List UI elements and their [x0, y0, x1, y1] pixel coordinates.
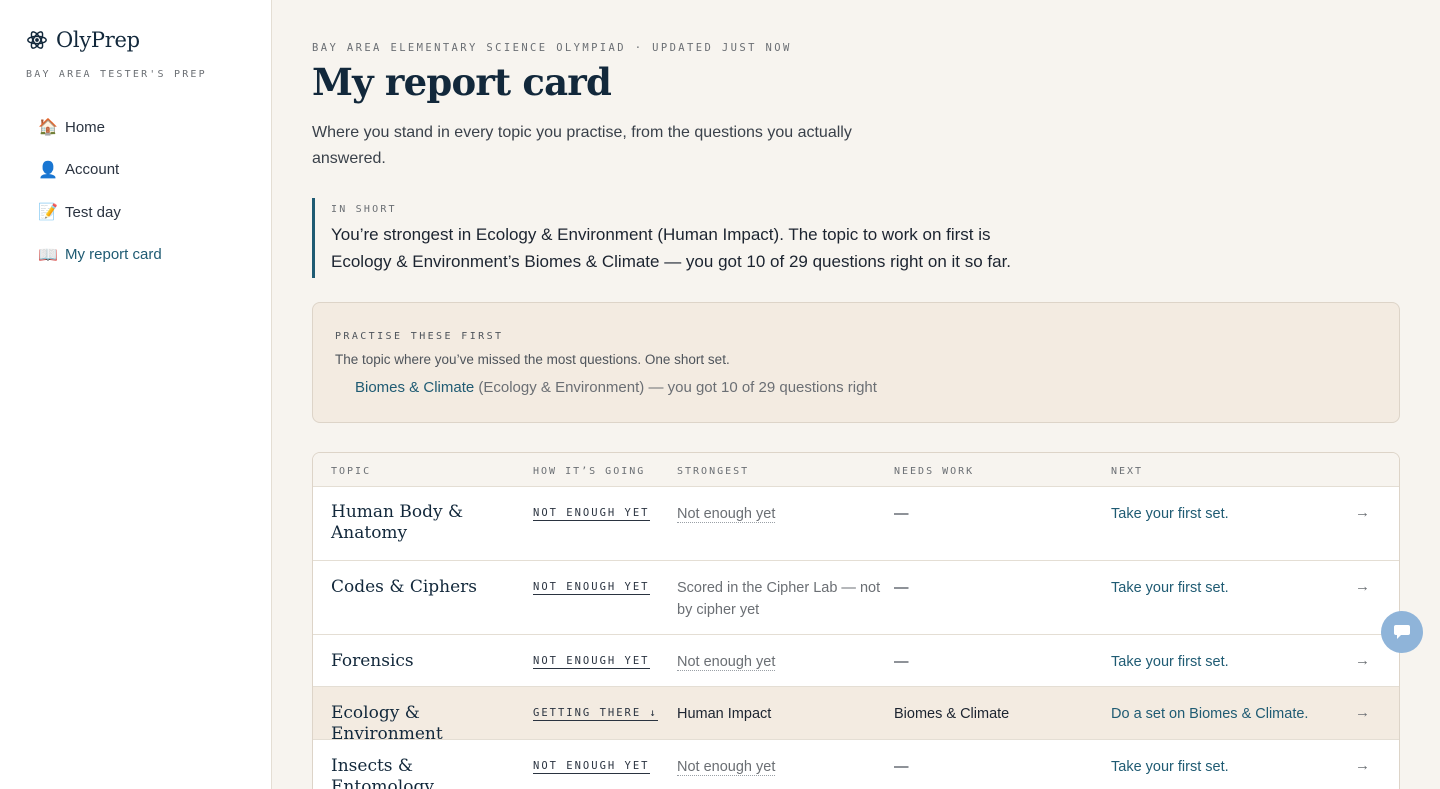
summary-label: IN SHORT — [331, 204, 397, 215]
row-next-link[interactable]: Take your first set. — [1111, 577, 1229, 599]
summary-text: You’re strongest in Ecology & Environmen… — [331, 225, 1012, 271]
row-strongest: Scored in the Cipher Lab — not by cipher… — [677, 580, 881, 618]
sidebar-item-label: My report card — [65, 246, 162, 264]
topics-table: TOPIC HOW IT’S GOING STRONGEST NEEDS WOR… — [312, 452, 1400, 789]
sidebar-item-home[interactable]: 🏠 Home — [26, 106, 256, 149]
row-next-link[interactable]: Take your first set. — [1111, 503, 1229, 525]
row-status: NOT ENOUGH YET — [533, 507, 650, 521]
user-icon: 👤 — [38, 161, 58, 179]
row-next-link[interactable]: Take your first set. — [1111, 756, 1229, 778]
practise-first-subtitle: The topic where you’ve missed the most q… — [335, 352, 730, 367]
row-strongest: Not enough yet — [677, 756, 883, 778]
sidebar-item-account[interactable]: 👤 Account — [26, 149, 256, 192]
summary-callout: IN SHORT You’re strongest in Ecology & E… — [312, 198, 1012, 278]
row-arrow-icon[interactable]: → — [1355, 578, 1370, 595]
row-topic: Human Body & Anatomy — [331, 502, 464, 543]
row-topic: Forensics — [331, 651, 414, 671]
chat-button[interactable] — [1381, 611, 1423, 653]
row-topic: Insects & Entomology — [331, 756, 434, 789]
row-arrow-icon[interactable]: → — [1355, 652, 1370, 669]
table-row[interactable]: Insects & Entomology NOT ENOUGH YET Not … — [313, 740, 1399, 789]
row-next-link[interactable]: Do a set on Biomes & Climate. — [1111, 703, 1308, 725]
page-intro: Where you stand in every topic you pract… — [312, 124, 852, 167]
column-header-strongest: STRONGEST — [677, 466, 750, 477]
row-strongest-text: Not enough yet — [677, 654, 776, 671]
row-topic: Ecology & Environment — [331, 703, 443, 744]
row-needs-work: — — [894, 759, 909, 775]
brand-subtitle: BAY AREA TESTER'S PREP — [26, 69, 207, 80]
row-status: NOT ENOUGH YET — [533, 581, 650, 595]
practise-first-label: PRACTISE THESE FIRST — [335, 331, 504, 342]
row-needs-work: Biomes & Climate — [894, 706, 1010, 722]
brand-name: OlyPrep — [56, 28, 140, 52]
row-status: NOT ENOUGH YET — [533, 655, 650, 669]
row-needs-work: — — [894, 506, 909, 522]
row-strongest-text: Not enough yet — [677, 759, 776, 776]
row-next-link[interactable]: Take your first set. — [1111, 651, 1229, 673]
practise-first-panel: PRACTISE THESE FIRST The topic where you… — [312, 302, 1400, 423]
row-arrow-icon[interactable]: → — [1355, 757, 1370, 774]
atom-icon — [27, 31, 47, 49]
row-needs-work: — — [894, 580, 909, 596]
table-header: TOPIC HOW IT’S GOING STRONGEST NEEDS WOR… — [313, 453, 1399, 487]
practise-first-item: Biomes & Climate (Ecology & Environment)… — [355, 379, 877, 396]
page-title: My report card — [312, 60, 612, 104]
home-icon: 🏠 — [38, 119, 58, 137]
row-arrow-icon[interactable]: → — [1355, 504, 1370, 521]
row-arrow-icon[interactable]: → — [1355, 704, 1370, 721]
column-header-topic: TOPIC — [331, 466, 372, 477]
memo-icon: 📝 — [38, 204, 58, 222]
chat-bubble-icon — [1394, 625, 1410, 639]
brand[interactable]: OlyPrep — [26, 28, 140, 52]
practise-first-link[interactable]: Biomes & Climate — [355, 379, 474, 396]
row-needs-work: — — [894, 654, 909, 670]
sidebar-item-test-day[interactable]: 📝 Test day — [26, 191, 256, 234]
sidebar-item-report-card[interactable]: 📖 My report card — [26, 234, 256, 277]
column-header-needs-work: NEEDS WORK — [894, 466, 975, 477]
sidebar-item-label: Account — [65, 161, 120, 179]
column-header-status: HOW IT’S GOING — [533, 466, 646, 477]
row-topic: Codes & Ciphers — [331, 577, 478, 597]
page-eyebrow: BAY AREA ELEMENTARY SCIENCE OLYMPIAD · U… — [312, 42, 792, 54]
row-strongest-text: Not enough yet — [677, 506, 776, 523]
table-row[interactable]: Codes & Ciphers NOT ENOUGH YET Scored in… — [313, 561, 1399, 635]
row-status: GETTING THERE ↓ — [533, 707, 658, 721]
row-status: NOT ENOUGH YET — [533, 760, 650, 774]
table-row-focus[interactable]: Ecology & Environment GETTING THERE ↓ Hu… — [313, 687, 1399, 744]
sidebar-item-label: Home — [65, 118, 106, 136]
table-row[interactable]: Forensics NOT ENOUGH YET Not enough yet … — [313, 635, 1399, 687]
sidebar-nav: 🏠 Home 👤 Account 📝 Test day 📖 My report … — [26, 106, 256, 276]
practise-first-detail: (Ecology & Environment) — you got 10 of … — [474, 379, 877, 396]
row-strongest: Not enough yet — [677, 651, 883, 673]
row-strongest: Human Impact — [677, 706, 772, 722]
row-strongest: Not enough yet — [677, 503, 883, 525]
sidebar-item-label: Test day — [65, 203, 121, 221]
table-row[interactable]: Human Body & Anatomy NOT ENOUGH YET Not … — [313, 487, 1399, 561]
book-icon: 📖 — [38, 246, 58, 264]
column-header-next: NEXT — [1111, 466, 1144, 477]
sidebar: OlyPrep BAY AREA TESTER'S PREP 🏠 Home 👤 … — [0, 0, 272, 789]
